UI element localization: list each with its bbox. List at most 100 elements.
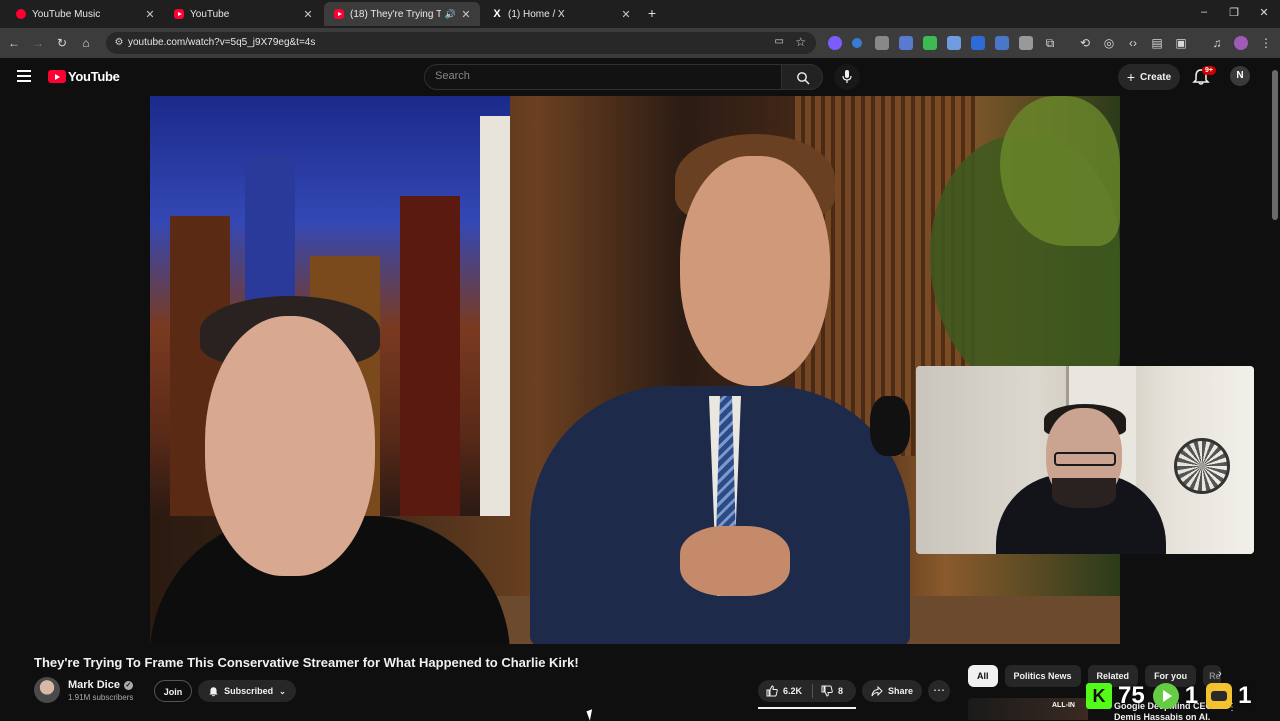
stream-overlay: K 75 1 1 xyxy=(1086,682,1251,710)
robot-icon xyxy=(1206,683,1233,709)
extension-icon[interactable] xyxy=(1019,36,1033,50)
share-label: Share xyxy=(887,686,913,696)
address-bar[interactable]: ⚙ youtube.com/watch?v=5q5_j9X79eg&t=4s ▭… xyxy=(106,32,816,54)
minimize-icon[interactable]: – xyxy=(1197,6,1211,18)
youtube-masthead: YouTube + Create 9+ N xyxy=(0,58,1280,96)
new-tab-button[interactable]: + xyxy=(645,5,659,21)
browser-menu-icon[interactable]: ⋮ xyxy=(1258,35,1274,51)
menu-icon[interactable] xyxy=(17,70,31,82)
search-input[interactable] xyxy=(435,70,765,82)
create-button[interactable]: + Create xyxy=(1118,64,1180,90)
history-icon[interactable]: ⟲ xyxy=(1077,35,1093,51)
chevron-right-icon[interactable]: › xyxy=(1214,668,1226,680)
share-button[interactable]: Share xyxy=(862,680,922,702)
share-arrow-icon xyxy=(871,685,883,696)
dislike-button[interactable]: 8 xyxy=(813,685,843,697)
install-app-icon[interactable]: ▭ xyxy=(775,36,784,47)
close-icon[interactable]: ✕ xyxy=(302,8,314,21)
extension-icon[interactable] xyxy=(899,36,913,50)
back-icon[interactable]: ← xyxy=(6,35,22,51)
thumbs-up-icon xyxy=(766,685,778,697)
tab-label: YouTube xyxy=(190,8,230,20)
reading-list-icon[interactable]: ▣ xyxy=(1173,35,1189,51)
recommendation-thumbnail[interactable]: ALL-IN xyxy=(968,698,1088,720)
profile-avatar-icon[interactable] xyxy=(1234,36,1248,50)
search-box[interactable] xyxy=(424,64,782,90)
subscriber-count: 1.91M subscribers xyxy=(68,693,134,702)
like-bar xyxy=(758,707,856,709)
chip-politics-news[interactable]: Politics News xyxy=(1004,665,1081,687)
like-dislike-group: 6.2K 8 xyxy=(758,680,856,702)
plus-icon: + xyxy=(1126,69,1136,85)
extensions-puzzle-icon[interactable]: ⧉ xyxy=(1042,35,1058,51)
forward-icon[interactable]: → xyxy=(30,35,46,51)
devtools-icon[interactable]: ‹› xyxy=(1125,35,1141,51)
dislike-count: 8 xyxy=(838,686,844,696)
youtube-logo[interactable]: YouTube xyxy=(48,69,120,84)
logo-text: YouTube xyxy=(68,69,120,84)
video-title: They're Trying To Frame This Conservativ… xyxy=(34,655,579,670)
bell-icon xyxy=(209,686,218,696)
youtube-icon xyxy=(174,9,184,19)
tab-current-video[interactable]: (18) They're Trying To Frame 🔊 ✕ xyxy=(324,2,480,26)
extension-icon[interactable] xyxy=(923,36,937,50)
screenshot-icon[interactable]: ◎ xyxy=(1101,35,1117,51)
x-icon: X xyxy=(493,8,501,20)
bot-viewer-count: 1 xyxy=(1238,682,1252,709)
extension-icon[interactable] xyxy=(828,36,842,50)
extension-icon[interactable] xyxy=(995,36,1009,50)
verified-check-icon: ✓ xyxy=(123,680,133,690)
webcam-overlay xyxy=(916,366,1254,554)
page-scrollbar-thumb[interactable] xyxy=(1272,70,1278,220)
rumble-play-icon xyxy=(1152,683,1179,709)
channel-name-text[interactable]: Mark Dice xyxy=(68,679,120,691)
site-info-icon[interactable]: ⚙ xyxy=(112,36,126,50)
tab-youtube-music[interactable]: YouTube Music ✕ xyxy=(6,2,164,26)
url-text[interactable]: youtube.com/watch?v=5q5_j9X79eg&t=4s xyxy=(128,37,315,48)
rumble-viewer-count: 1 xyxy=(1184,682,1199,709)
youtube-icon xyxy=(48,70,66,83)
extension-icon[interactable] xyxy=(875,36,889,50)
tab-x-home[interactable]: X (1) Home / X ✕ xyxy=(482,2,640,26)
chevron-down-icon: ⌄ xyxy=(279,686,286,696)
more-actions-button[interactable]: ⋯ xyxy=(928,680,950,702)
channel-name[interactable]: Mark Dice ✓ xyxy=(68,679,133,691)
tab-youtube[interactable]: YouTube ✕ xyxy=(164,2,322,26)
extension-icon[interactable] xyxy=(947,36,961,50)
restore-icon[interactable]: ❐ xyxy=(1227,6,1241,19)
reload-icon[interactable]: ↻ xyxy=(54,35,70,51)
account-avatar[interactable]: N xyxy=(1230,66,1250,86)
fan-shape xyxy=(1174,438,1230,494)
voice-search-button[interactable] xyxy=(834,64,860,90)
bookmark-star-icon[interactable]: ☆ xyxy=(795,35,806,49)
close-window-icon[interactable]: ✕ xyxy=(1257,6,1271,19)
thumbs-down-icon xyxy=(821,685,833,697)
tab-label: (1) Home / X xyxy=(508,8,565,20)
search-button[interactable] xyxy=(781,64,823,90)
video-frame-microphone xyxy=(870,396,910,456)
like-button[interactable]: 6.2K xyxy=(758,684,814,698)
kick-viewer-count: 75 xyxy=(1118,682,1145,709)
chip-all[interactable]: All xyxy=(968,665,998,687)
extension-icon[interactable] xyxy=(852,38,862,48)
youtube-icon xyxy=(334,9,344,19)
join-button[interactable]: Join xyxy=(154,680,192,702)
sidebar-icon[interactable]: ▤ xyxy=(1149,35,1165,51)
browser-toolbar: ← → ↻ ⌂ ⚙ youtube.com/watch?v=5q5_j9X79e… xyxy=(0,28,1280,58)
close-icon[interactable]: ✕ xyxy=(460,8,472,21)
like-count: 6.2K xyxy=(783,686,803,696)
media-controls-icon[interactable]: ♫ xyxy=(1209,35,1225,51)
search-icon xyxy=(797,72,810,85)
extension-icon[interactable] xyxy=(971,36,985,50)
close-icon[interactable]: ✕ xyxy=(620,8,632,21)
close-icon[interactable]: ✕ xyxy=(144,8,156,21)
microphone-icon xyxy=(842,70,852,83)
kick-logo-icon: K xyxy=(1086,683,1112,709)
tab-label: (18) They're Trying To Frame xyxy=(350,8,441,20)
speaker-icon[interactable]: 🔊 xyxy=(445,9,456,20)
home-icon[interactable]: ⌂ xyxy=(78,35,94,51)
channel-avatar[interactable] xyxy=(34,677,60,703)
mouse-cursor-icon xyxy=(586,709,596,721)
subscribed-button[interactable]: Subscribed ⌄ xyxy=(198,680,296,702)
thumbnail-text: ALL-IN xyxy=(1052,702,1075,709)
